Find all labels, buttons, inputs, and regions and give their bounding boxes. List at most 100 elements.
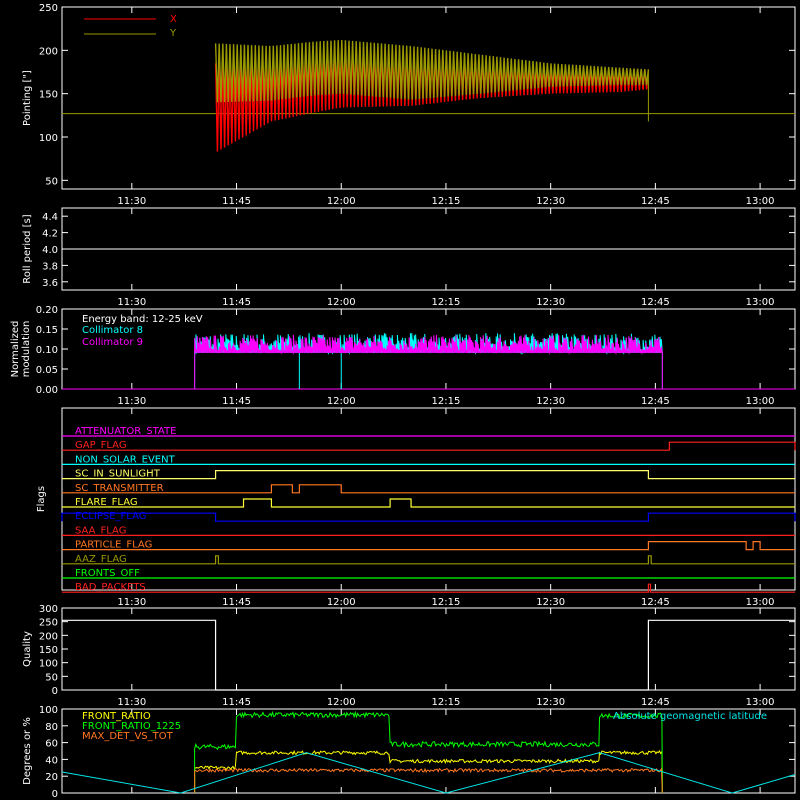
- x-tick-label: 11:30: [117, 297, 146, 308]
- x-tick-label: 12:15: [432, 196, 461, 207]
- geomag-latitude-label: Absolute geomagnetic latitude: [613, 711, 767, 722]
- flag-trace-bad-packets: [62, 583, 795, 593]
- y-tick-label: 0: [52, 686, 58, 697]
- x-tick-label: 12:00: [327, 396, 356, 407]
- flag-trace-flare-flag: [62, 498, 795, 508]
- x-tick-label: 12:45: [641, 697, 670, 708]
- y-tick-label: 250: [39, 618, 58, 629]
- flag-trace-aaz-flag: [62, 555, 795, 565]
- geomag-latitude-trace: [61, 752, 796, 794]
- x-tick-label: 13:00: [746, 697, 775, 708]
- y-tick-label: 4.4: [42, 212, 58, 223]
- roll-period-ylabel: Roll period [s]: [22, 214, 33, 283]
- x-tick-label: 12:30: [536, 297, 565, 308]
- geomag-ylabel: Degrees or %: [22, 717, 33, 785]
- quicklook-figure: 11:30 11:45 12:00 12:15 12:30 12:45 13:00 11:30…: [10, 3, 796, 800]
- x-tick-label: 11:45: [222, 196, 251, 207]
- x-tick-label: 12:30: [536, 196, 565, 207]
- x-tick-label: 12:30: [536, 597, 565, 608]
- flag-trace-gap-flag: [62, 441, 796, 451]
- x-tick-label: 12:15: [432, 597, 461, 608]
- flag-trace-particle-flag: [62, 541, 795, 551]
- flag-label-aaz-flag: AAZ_FLAG: [75, 554, 127, 565]
- y-tick-label: 0.00: [36, 385, 58, 396]
- x-tick-label: 12:45: [641, 396, 670, 407]
- x-tick-label: 13:00: [746, 597, 775, 608]
- modulation-ylabel: Normalizedmodulation: [10, 321, 32, 378]
- y-tick-label: 200: [39, 46, 58, 57]
- quality-ylabel: Quality: [22, 631, 33, 667]
- flag-label-bad-packets: BAD_PACKETS: [75, 582, 146, 593]
- y-tick-label: 80: [45, 722, 58, 733]
- flag-label-saa-flag: SAA_FLAG: [75, 525, 126, 536]
- ratio-trace-max-det-vs-tot: [194, 767, 663, 794]
- y-tick-label: 200: [39, 631, 58, 642]
- x-tick-label: 12:15: [432, 297, 461, 308]
- flag-label-sc-in-sunlight: SC_IN_SUNLIGHT: [75, 469, 161, 480]
- flag-label-sc-transmitter: SC_TRANSMITTER: [75, 483, 164, 494]
- y-tick-label: 40: [45, 755, 58, 766]
- flags-ylabel: Flags: [36, 486, 47, 512]
- flag-label-particle-flag: PARTICLE_FLAG: [75, 540, 152, 551]
- x-tick-label: 11:45: [222, 396, 251, 407]
- y-tick-label: 3.6: [42, 278, 58, 289]
- flag-trace-eclipse-flag: [61, 512, 796, 522]
- flag-label-flare-flag: FLARE_FLAG: [75, 497, 138, 508]
- y-tick-label: 0.05: [36, 365, 58, 376]
- energy-band-annotation: Energy band: 12-25 keV: [82, 314, 203, 325]
- legend-collimator-8: Collimator 8: [82, 325, 143, 336]
- x-tick-label: 12:00: [327, 297, 356, 308]
- flag-label-attenuator-state: ATTENUATOR_STATE: [75, 426, 176, 437]
- x-tick-label: 12:45: [641, 297, 670, 308]
- y-tick-label: 50: [45, 672, 58, 683]
- flag-label-gap-flag: GAP_FLAG: [75, 440, 127, 451]
- y-tick-label: 4.0: [42, 245, 58, 256]
- y-tick-label: 3.8: [42, 261, 58, 272]
- legend-y-label: Y: [169, 28, 177, 39]
- y-tick-label: 60: [45, 739, 58, 750]
- y-tick-label: 150: [39, 645, 58, 656]
- x-tick-label: 11:45: [222, 297, 251, 308]
- x-tick-label: 12:15: [432, 697, 461, 708]
- x-tick-label: 11:30: [117, 396, 146, 407]
- ratio-trace-front-ratio: [194, 749, 663, 794]
- x-tick-label: 12:00: [327, 196, 356, 207]
- y-tick-label: 100: [39, 133, 58, 144]
- y-tick-label: 4.2: [42, 229, 58, 240]
- legend-max-det-vs-tot: MAX_DET_VS_TOT: [82, 731, 174, 742]
- y-tick-label: 150: [39, 90, 58, 101]
- flag-label-fronts-off: FRONTS_OFF: [75, 568, 140, 579]
- legend-collimator-9: Collimator 9: [82, 337, 143, 348]
- x-tick-label: 11:30: [117, 597, 146, 608]
- pointing-ylabel: Pointing ["]: [22, 70, 33, 126]
- x-tick-label: 13:00: [746, 196, 775, 207]
- x-tick-label: 12:00: [327, 697, 356, 708]
- y-tick-label: 100: [39, 705, 58, 716]
- x-tick-label: 13:00: [746, 297, 775, 308]
- x-tick-label: 12:30: [536, 697, 565, 708]
- y-tick-label: 0.10: [36, 345, 58, 356]
- x-tick-label: 11:45: [222, 697, 251, 708]
- flag-trace-sc-in-sunlight: [62, 470, 795, 480]
- y-tick-label: 0.20: [36, 305, 58, 316]
- x-tick-label: 12:15: [432, 396, 461, 407]
- x-tick-label: 11:30: [117, 697, 146, 708]
- quality-trace: [62, 619, 795, 691]
- x-tick-label: 11:45: [222, 597, 251, 608]
- y-tick-label: 50: [45, 176, 58, 187]
- x-tick-label: 11:30: [117, 196, 146, 207]
- y-tick-label: 20: [45, 772, 58, 783]
- collimator-9-trace: [194, 334, 663, 389]
- y-tick-label: 0.15: [36, 325, 58, 336]
- x-tick-label: 12:45: [641, 597, 670, 608]
- y-tick-label: 250: [39, 3, 58, 14]
- flag-trace-sc-transmitter: [62, 484, 795, 494]
- flag-label-eclipse-flag: ECLIPSE_FLAG: [75, 511, 146, 522]
- x-tick-label: 13:00: [746, 396, 775, 407]
- x-tick-label: 12:45: [641, 196, 670, 207]
- y-tick-label: 0: [52, 789, 58, 800]
- y-tick-label: 100: [39, 659, 58, 670]
- legend-x-label: X: [170, 14, 177, 25]
- x-tick-label: 12:00: [327, 597, 356, 608]
- y-tick-label: 300: [39, 604, 58, 615]
